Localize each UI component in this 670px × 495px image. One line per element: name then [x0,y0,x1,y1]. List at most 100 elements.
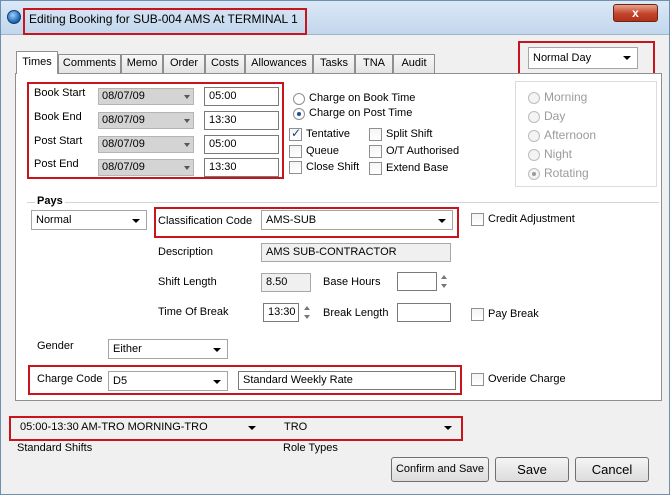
tab-order[interactable]: Order [163,54,205,73]
description-label: Description [158,246,214,258]
close-shift-checkbox[interactable] [289,161,302,174]
tab-memo[interactable]: Memo [121,54,163,73]
shift-length-field[interactable]: 8.50 [261,273,311,292]
queue-checkbox[interactable] [289,145,302,158]
book-end-time[interactable]: 13:30 [204,111,279,130]
book-start-time[interactable]: 05:00 [204,87,279,106]
tab-allowances[interactable]: Allowances [245,54,313,73]
ot-authorised-label: O/T Authorised [386,145,460,157]
confirm-and-save-button[interactable]: Confirm and Save [391,457,489,482]
charge-code-description-field[interactable]: Standard Weekly Rate [238,371,456,390]
book-end-date-value: 08/07/09 [102,114,145,126]
booking-dialog: Editing Booking for SUB-004 AMS At TERMI… [0,0,670,495]
standard-shifts-label: Standard Shifts [17,442,93,454]
classification-code-label: Classification Code [158,215,253,227]
title-bar: Editing Booking for SUB-004 AMS At TERMI… [1,1,669,35]
classification-code-select[interactable]: AMS-SUB [261,210,453,230]
night-radio[interactable] [528,149,540,161]
pay-break-label: Pay Break [488,308,539,320]
pay-break-checkbox[interactable] [471,308,484,321]
time-of-break-spinner[interactable] [303,303,311,322]
base-hours-label: Base Hours [323,276,381,288]
tab-times[interactable]: Times [16,51,58,74]
split-shift-label: Split Shift [386,128,433,140]
post-end-label: Post End [34,158,79,170]
break-length-field[interactable] [397,303,451,322]
credit-adjustment-label: Credit Adjustment [488,213,575,225]
tab-tasks[interactable]: Tasks [313,54,355,73]
tentative-checkbox[interactable] [289,126,302,141]
extend-base-checkbox[interactable] [369,162,382,175]
charge-code-select[interactable]: D5 [108,371,228,391]
override-charge-checkbox[interactable] [471,373,484,386]
gender-select[interactable]: Either [108,339,228,359]
ot-authorised-checkbox[interactable] [369,145,382,158]
cancel-button[interactable]: Cancel [575,457,649,482]
rotating-label: Rotating [544,166,589,180]
pays-group-line [27,202,659,203]
time-of-break-field[interactable]: 13:30 [263,303,299,322]
spin-down-icon [441,284,447,288]
role-types-label: Role Types [283,442,338,454]
morning-radio[interactable] [528,92,540,104]
chevron-down-icon [248,426,256,430]
close-button[interactable]: x [613,4,658,22]
window-title: Editing Booking for SUB-004 AMS At TERMI… [29,12,298,26]
charge-book-label: Charge on Book Time [309,92,416,104]
chevron-down-icon [444,426,452,430]
book-start-date[interactable]: 08/07/09 [98,88,194,105]
standard-shifts-select[interactable]: 05:00-13:30 AM-TRO MORNING-TRO [15,417,263,437]
spin-up-icon [441,275,447,279]
gender-label: Gender [37,340,74,352]
pay-type-select[interactable]: Normal [31,210,147,230]
tentative-label: Tentative [306,128,351,140]
book-end-date[interactable]: 08/07/09 [98,112,194,129]
morning-label: Morning [544,90,588,104]
post-start-date[interactable]: 08/07/09 [98,136,194,153]
day-type-select[interactable]: Normal Day [528,47,638,69]
chevron-down-icon [213,348,221,352]
queue-label: Queue [306,145,340,157]
night-label: Night [544,147,573,161]
tab-audit[interactable]: Audit [393,54,435,73]
post-start-time[interactable]: 05:00 [204,135,279,154]
pay-type-value: Normal [36,214,72,226]
tab-comments[interactable]: Comments [58,54,121,73]
day-radio[interactable] [528,111,540,123]
chevron-down-icon [438,219,446,223]
tab-costs[interactable]: Costs [205,54,245,73]
role-types-select[interactable]: TRO [279,417,459,437]
chevron-down-icon [213,380,221,384]
app-icon [7,10,21,24]
book-start-label: Book Start [34,87,86,99]
chevron-down-icon [132,219,140,223]
chevron-down-icon [184,143,190,147]
base-hours-field[interactable] [397,272,437,291]
extend-base-label: Extend Base [386,162,449,174]
rotating-radio[interactable] [528,168,540,180]
spin-up-icon [304,306,310,310]
book-start-date-value: 08/07/09 [102,90,145,102]
split-shift-checkbox[interactable] [369,128,382,141]
chevron-down-icon [184,95,190,99]
gender-value: Either [113,343,142,355]
credit-adjustment-checkbox[interactable] [471,213,484,226]
post-end-time[interactable]: 13:30 [204,158,279,177]
post-end-date[interactable]: 08/07/09 [98,159,194,176]
override-charge-label: Overide Charge [488,373,566,385]
description-field[interactable]: AMS SUB-CONTRACTOR [261,243,451,262]
standard-shifts-value: 05:00-13:30 AM-TRO MORNING-TRO [20,421,208,433]
pays-legend: Pays [35,195,65,207]
role-types-value: TRO [284,421,308,433]
charge-post-label: Charge on Post Time [309,107,413,119]
tab-tna[interactable]: TNA [355,54,393,73]
book-end-label: Book End [34,111,82,123]
charge-post-radio[interactable] [293,108,305,120]
afternoon-radio[interactable] [528,130,540,142]
save-button[interactable]: Save [495,457,569,482]
charge-code-value: D5 [113,375,128,387]
spin-down-icon [304,315,310,319]
charge-book-radio[interactable] [293,93,305,105]
base-hours-spinner[interactable] [440,272,448,291]
time-of-break-label: Time Of Break [158,306,229,318]
